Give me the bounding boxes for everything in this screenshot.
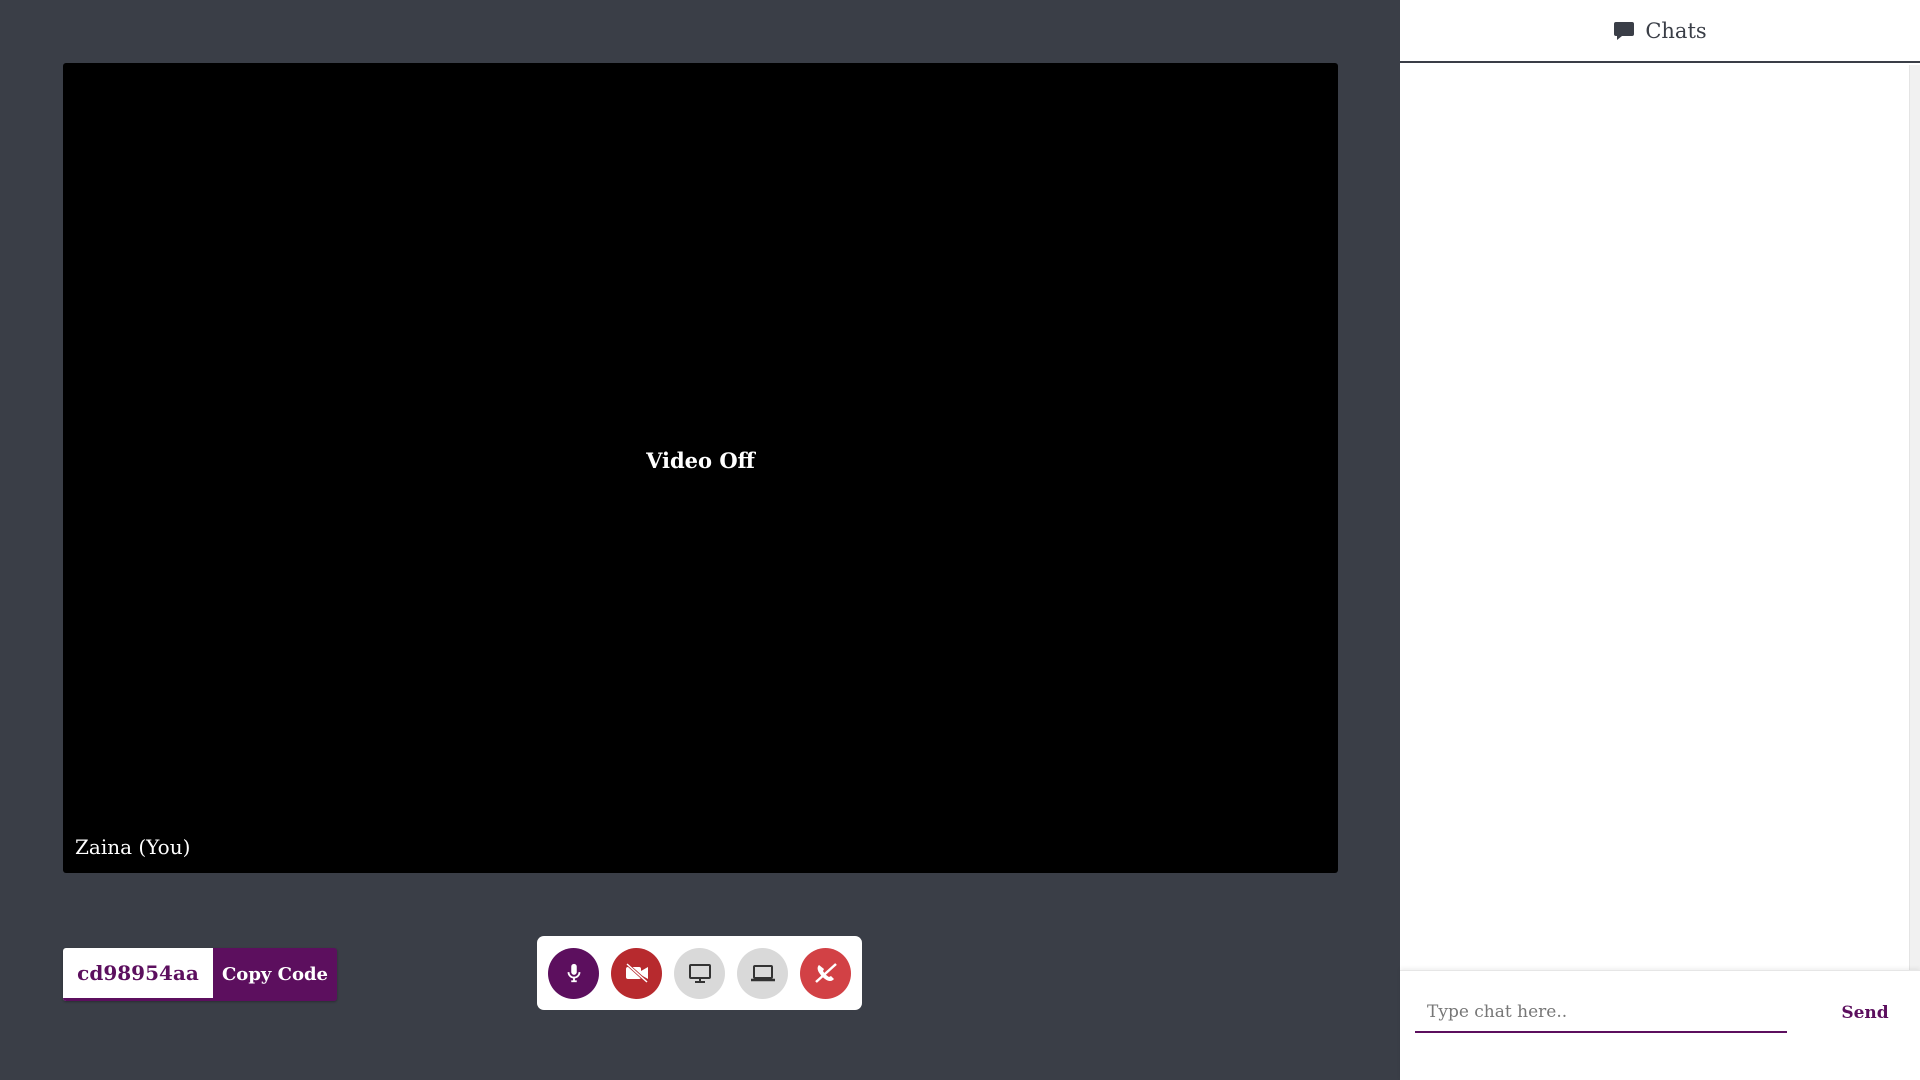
- microphone-icon: [567, 963, 580, 983]
- chat-messages: [1400, 65, 1910, 970]
- send-button[interactable]: Send: [1825, 993, 1905, 1033]
- desktop-icon: [688, 964, 711, 983]
- participant-name: Zaina (You): [75, 835, 191, 859]
- chat-input[interactable]: [1415, 993, 1787, 1033]
- video-off-icon: [625, 962, 648, 984]
- app: Video Off Zaina (You) cd98954aa Copy Cod…: [0, 0, 1920, 1080]
- share-screen-button[interactable]: [674, 947, 725, 999]
- video-toggle-button[interactable]: [611, 947, 662, 999]
- call-controls: [537, 936, 862, 1010]
- meeting-code: cd98954aa: [63, 948, 213, 1001]
- chat-footer: Send: [1400, 970, 1920, 1080]
- chat-panel: Chats Send: [1400, 0, 1920, 1080]
- chat-bubble-icon: [1614, 21, 1635, 40]
- chat-scrollbar[interactable]: [1909, 65, 1920, 970]
- video-off-label: Video Off: [646, 448, 755, 473]
- video-tile: Video Off Zaina (You): [63, 63, 1338, 873]
- copy-code-button[interactable]: Copy Code: [213, 948, 337, 1001]
- laptop-icon: [750, 965, 775, 982]
- end-call-button[interactable]: [800, 947, 851, 999]
- mic-toggle-button[interactable]: [548, 947, 599, 999]
- end-call-icon: [814, 963, 837, 983]
- present-laptop-button[interactable]: [737, 947, 788, 999]
- video-stage: Video Off Zaina (You) cd98954aa Copy Cod…: [0, 0, 1400, 1080]
- chat-header: Chats: [1400, 0, 1920, 63]
- chat-title: Chats: [1645, 18, 1707, 43]
- meeting-code-box: cd98954aa Copy Code: [63, 948, 337, 1001]
